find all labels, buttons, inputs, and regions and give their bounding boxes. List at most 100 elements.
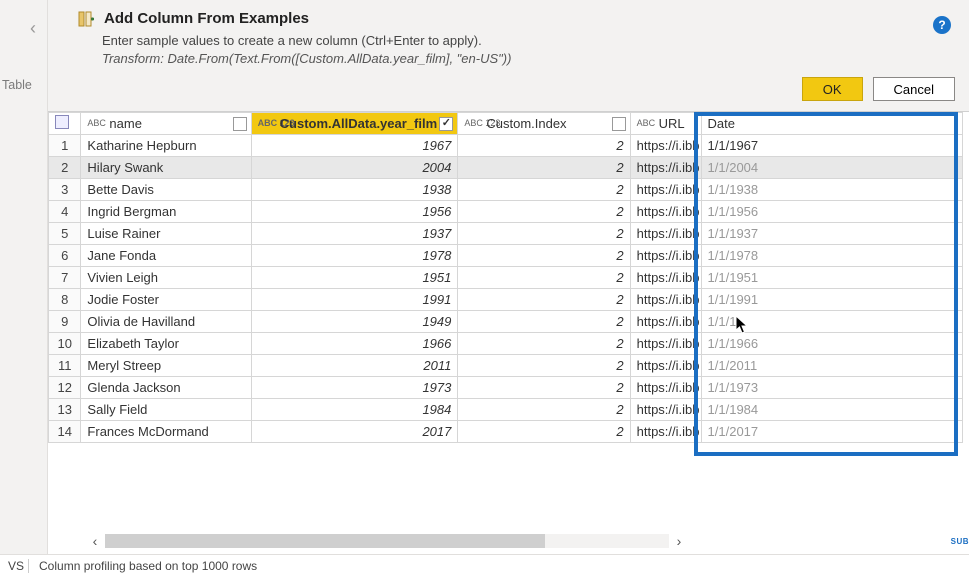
row-number[interactable]: 12 <box>49 377 81 399</box>
cell-url[interactable]: https://i.ibb <box>630 201 701 223</box>
cell-date[interactable]: 1/1/1956 <box>701 201 962 223</box>
cell-date[interactable]: 1/1/2004 <box>701 157 962 179</box>
cell-name[interactable]: Sally Field <box>81 399 251 421</box>
cell-year[interactable]: 1956 <box>251 201 458 223</box>
table-row[interactable]: 6Jane Fonda19782https://i.ibb1/1/1978 <box>49 245 963 267</box>
row-number[interactable]: 5 <box>49 223 81 245</box>
row-number[interactable]: 11 <box>49 355 81 377</box>
row-number[interactable]: 10 <box>49 333 81 355</box>
cell-name[interactable]: Jodie Foster <box>81 289 251 311</box>
cell-index[interactable]: 2 <box>458 333 630 355</box>
table-row[interactable]: 3Bette Davis19382https://i.ibb1/1/1938 <box>49 179 963 201</box>
cell-year[interactable]: 1951 <box>251 267 458 289</box>
cell-url[interactable]: https://i.ibb <box>630 421 701 443</box>
cell-index[interactable]: 2 <box>458 311 630 333</box>
column-name-checkbox[interactable] <box>233 117 247 131</box>
cell-name[interactable]: Jane Fonda <box>81 245 251 267</box>
column-index-checkbox[interactable] <box>612 117 626 131</box>
cell-url[interactable]: https://i.ibb <box>630 355 701 377</box>
row-number[interactable]: 6 <box>49 245 81 267</box>
cell-date[interactable]: 1/1/1967 <box>701 135 962 157</box>
cell-date[interactable]: 1/1/2017 <box>701 421 962 443</box>
row-number[interactable]: 14 <box>49 421 81 443</box>
cell-index[interactable]: 2 <box>458 399 630 421</box>
table-row[interactable]: 2Hilary Swank20042https://i.ibb1/1/2004 <box>49 157 963 179</box>
table-row[interactable]: 12Glenda Jackson19732https://i.ibb1/1/19… <box>49 377 963 399</box>
horizontal-scrollbar[interactable]: ‹ › <box>85 532 689 550</box>
cell-name[interactable]: Hilary Swank <box>81 157 251 179</box>
hscroll-right-arrow-icon[interactable]: › <box>669 532 689 550</box>
cell-year[interactable]: 2011 <box>251 355 458 377</box>
table-row[interactable]: 14Frances McDormand20172https://i.ibb1/1… <box>49 421 963 443</box>
cell-index[interactable]: 2 <box>458 289 630 311</box>
cell-name[interactable]: Ingrid Bergman <box>81 201 251 223</box>
cell-date[interactable]: 1/1/1937 <box>701 223 962 245</box>
table-row[interactable]: 11Meryl Streep20112https://i.ibb1/1/2011 <box>49 355 963 377</box>
cell-year[interactable]: 1949 <box>251 311 458 333</box>
cell-date[interactable]: 1/1/1938 <box>701 179 962 201</box>
column-header-date[interactable]: Date <box>701 113 962 135</box>
help-icon[interactable]: ? <box>933 16 951 34</box>
cell-url[interactable]: https://i.ibb <box>630 223 701 245</box>
column-header-url[interactable]: ABC URL <box>630 113 701 135</box>
row-number[interactable]: 7 <box>49 267 81 289</box>
cell-date[interactable]: 1/1/2011 <box>701 355 962 377</box>
cancel-button[interactable]: Cancel <box>873 77 955 101</box>
cell-url[interactable]: https://i.ibb <box>630 333 701 355</box>
row-number[interactable]: 3 <box>49 179 81 201</box>
row-number[interactable]: 4 <box>49 201 81 223</box>
cell-date[interactable]: 1/1/1951 <box>701 267 962 289</box>
cell-year[interactable]: 1978 <box>251 245 458 267</box>
cell-year[interactable]: 1966 <box>251 333 458 355</box>
table-row[interactable]: 1Katharine Hepburn19672https://i.ibb1/1/… <box>49 135 963 157</box>
cell-name[interactable]: Luise Rainer <box>81 223 251 245</box>
row-number[interactable]: 9 <box>49 311 81 333</box>
hscroll-track[interactable] <box>105 534 669 548</box>
cell-date[interactable]: 1/1/1991 <box>701 289 962 311</box>
cell-name[interactable]: Bette Davis <box>81 179 251 201</box>
cell-url[interactable]: https://i.ibb <box>630 179 701 201</box>
cell-index[interactable]: 2 <box>458 179 630 201</box>
row-number[interactable]: 1 <box>49 135 81 157</box>
cell-index[interactable]: 2 <box>458 355 630 377</box>
cell-year[interactable]: 1938 <box>251 179 458 201</box>
cell-name[interactable]: Vivien Leigh <box>81 267 251 289</box>
cell-url[interactable]: https://i.ibb <box>630 267 701 289</box>
table-row[interactable]: 4Ingrid Bergman19562https://i.ibb1/1/195… <box>49 201 963 223</box>
cell-year[interactable]: 1937 <box>251 223 458 245</box>
column-header-year[interactable]: ABC 123 Custom.AllData.year_film <box>251 113 458 135</box>
cell-date[interactable]: 1/1/1966 <box>701 333 962 355</box>
cell-date[interactable]: 1/1/1 <box>701 311 962 333</box>
cell-url[interactable]: https://i.ibb <box>630 157 701 179</box>
cell-url[interactable]: https://i.ibb <box>630 377 701 399</box>
cell-url[interactable]: https://i.ibb <box>630 399 701 421</box>
cell-index[interactable]: 2 <box>458 245 630 267</box>
cell-url[interactable]: https://i.ibb <box>630 135 701 157</box>
table-row[interactable]: 7Vivien Leigh19512https://i.ibb1/1/1951 <box>49 267 963 289</box>
cell-name[interactable]: Frances McDormand <box>81 421 251 443</box>
table-select-all[interactable] <box>49 113 81 135</box>
table-row[interactable]: 10Elizabeth Taylor19662https://i.ibb1/1/… <box>49 333 963 355</box>
cell-name[interactable]: Glenda Jackson <box>81 377 251 399</box>
cell-date[interactable]: 1/1/1978 <box>701 245 962 267</box>
cell-year[interactable]: 1967 <box>251 135 458 157</box>
cell-year[interactable]: 2004 <box>251 157 458 179</box>
row-number[interactable]: 8 <box>49 289 81 311</box>
row-number[interactable]: 2 <box>49 157 81 179</box>
cell-index[interactable]: 2 <box>458 377 630 399</box>
cell-url[interactable]: https://i.ibb <box>630 311 701 333</box>
column-header-name[interactable]: ABC name <box>81 113 251 135</box>
column-header-index[interactable]: ABC 123 Custom.Index <box>458 113 630 135</box>
ok-button[interactable]: OK <box>802 77 863 101</box>
cell-index[interactable]: 2 <box>458 223 630 245</box>
cell-url[interactable]: https://i.ibb <box>630 245 701 267</box>
table-row[interactable]: 8Jodie Foster19912https://i.ibb1/1/1991 <box>49 289 963 311</box>
table-row[interactable]: 9Olivia de Havilland19492https://i.ibb1/… <box>49 311 963 333</box>
data-grid[interactable]: ABC name ABC 123 Custom.AllData.year_fil… <box>48 112 963 443</box>
cell-index[interactable]: 2 <box>458 135 630 157</box>
table-row[interactable]: 13Sally Field19842https://i.ibb1/1/1984 <box>49 399 963 421</box>
cell-date[interactable]: 1/1/1973 <box>701 377 962 399</box>
hscroll-left-arrow-icon[interactable]: ‹ <box>85 532 105 550</box>
column-year-checkbox[interactable] <box>439 117 453 131</box>
cell-index[interactable]: 2 <box>458 157 630 179</box>
